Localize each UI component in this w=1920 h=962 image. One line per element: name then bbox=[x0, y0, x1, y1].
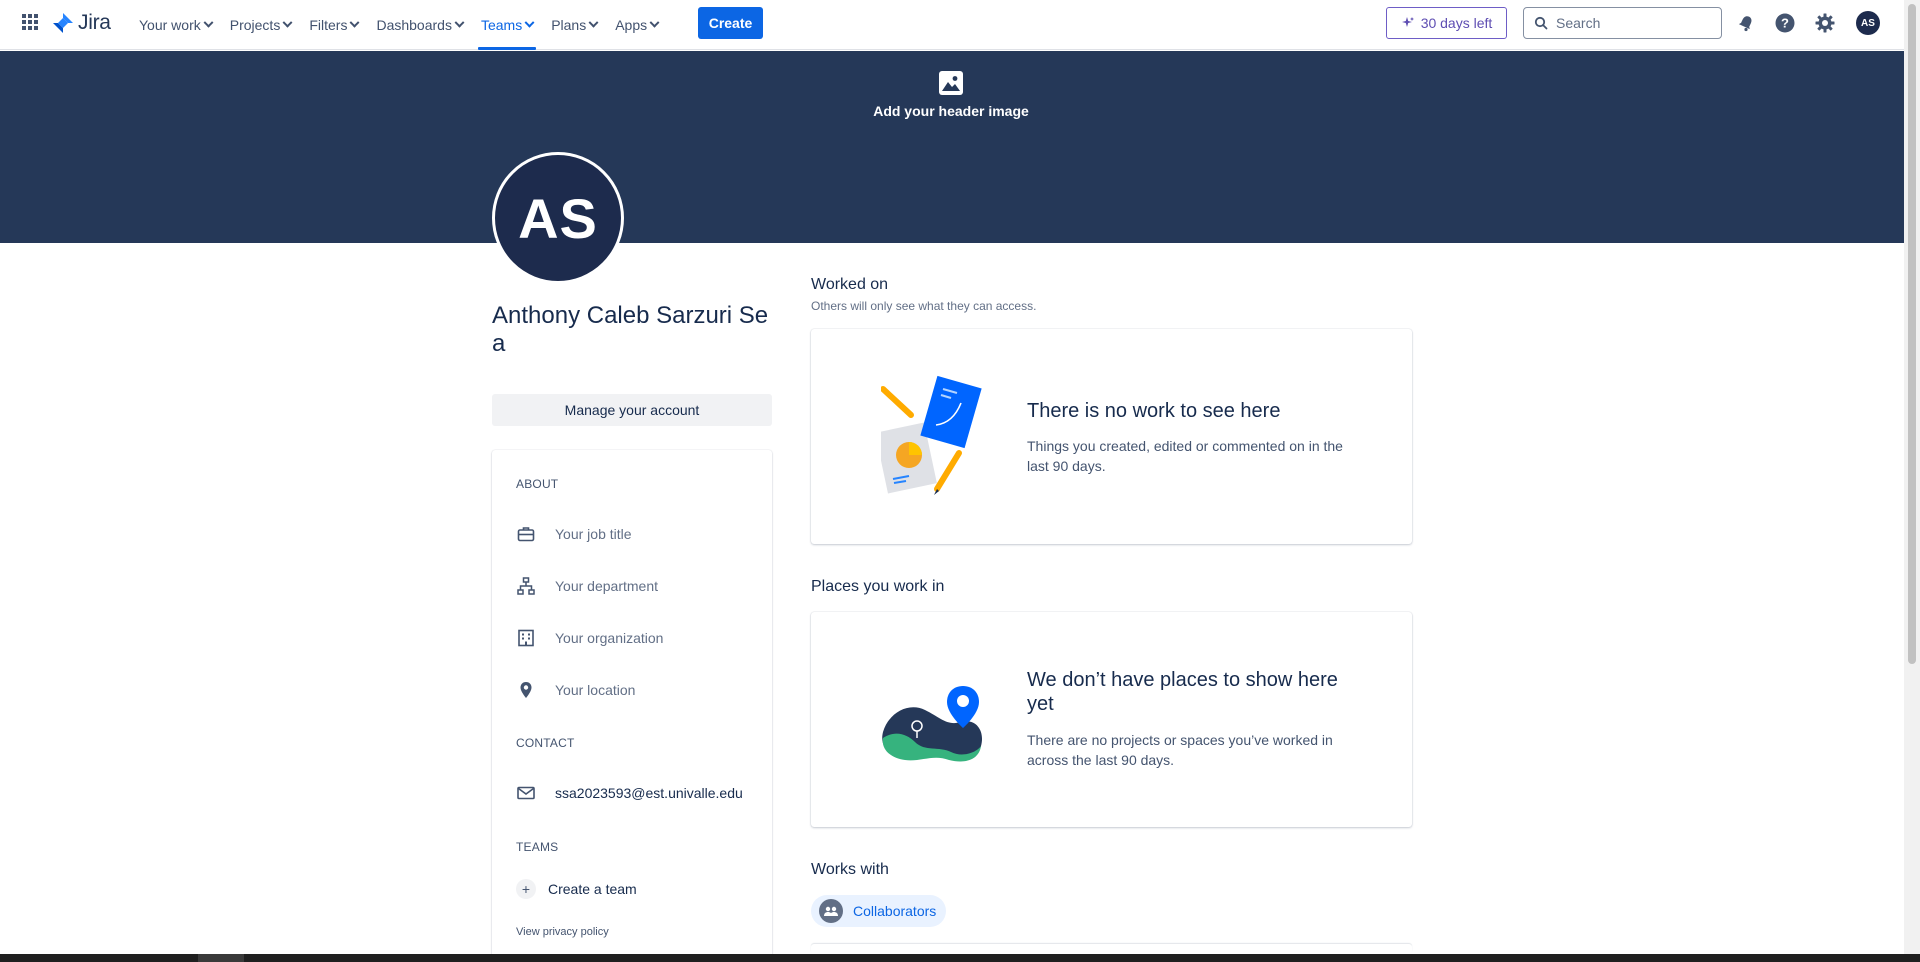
jira-logo[interactable]: Jira bbox=[52, 11, 111, 35]
nav-label: Your work bbox=[139, 17, 201, 33]
nav-label: Projects bbox=[229, 17, 281, 33]
email-field[interactable]: ssa2023593@est.univalle.edu bbox=[516, 778, 756, 808]
trial-days-button[interactable]: 30 days left bbox=[1386, 7, 1507, 39]
email-icon bbox=[516, 783, 536, 803]
help-button[interactable]: ? bbox=[1773, 11, 1797, 35]
worked-on-empty-card: There is no work to see here Things you … bbox=[811, 329, 1412, 544]
chevron-down-icon bbox=[350, 17, 360, 28]
worked-on-empty-desc: Things you created, edited or commented … bbox=[1027, 438, 1343, 474]
nav-label: Filters bbox=[309, 17, 348, 33]
chevron-down-icon bbox=[454, 17, 465, 28]
nav-plans[interactable]: Plans bbox=[542, 0, 606, 50]
department-field[interactable]: Your department bbox=[516, 571, 756, 601]
worked-on-subtitle: Others will only see what they can acces… bbox=[811, 299, 1037, 313]
places-heading: Places you work in bbox=[811, 578, 945, 595]
nav-projects[interactable]: Projects bbox=[221, 0, 301, 50]
settings-icon bbox=[1815, 13, 1835, 33]
works-with-card bbox=[811, 944, 1412, 954]
jira-logo-icon bbox=[53, 13, 73, 33]
places-empty-title: We don’t have places to show here yet bbox=[1027, 669, 1338, 715]
profile-name: Anthony Caleb Sarzuri Sea bbox=[492, 302, 769, 357]
profile-avatar-button[interactable]: AS bbox=[1856, 11, 1880, 35]
about-card: ABOUT Your job title Your department You… bbox=[492, 450, 772, 962]
building-icon bbox=[516, 628, 536, 648]
nav-label: Teams bbox=[480, 17, 523, 33]
search-icon bbox=[1534, 16, 1548, 30]
add-header-image-button[interactable]: Add your header image bbox=[870, 70, 1032, 119]
collaborators-label: Collaborators bbox=[853, 903, 937, 919]
page-scrollbar[interactable] bbox=[1904, 0, 1920, 954]
job-title-field[interactable]: Your job title bbox=[516, 519, 756, 549]
nav-filters[interactable]: Filters bbox=[300, 0, 367, 50]
settings-button[interactable] bbox=[1813, 11, 1837, 35]
chevron-down-icon bbox=[649, 17, 660, 28]
worked-on-empty-title: There is no work to see here bbox=[1027, 400, 1281, 422]
sparkle-icon bbox=[1401, 17, 1414, 27]
organization-label: Your organization bbox=[555, 630, 664, 646]
works-with-heading: Works with bbox=[811, 861, 889, 878]
about-heading: ABOUT bbox=[516, 477, 559, 491]
taskbar-item[interactable] bbox=[198, 954, 244, 962]
chevron-down-icon bbox=[282, 17, 293, 28]
app-switcher-icon[interactable] bbox=[22, 14, 38, 30]
briefcase-icon bbox=[516, 524, 536, 544]
organization-field[interactable]: Your organization bbox=[516, 623, 756, 653]
nav-apps[interactable]: Apps bbox=[606, 0, 667, 50]
collaborators-chip[interactable]: Collaborators bbox=[811, 895, 947, 927]
map-illustration bbox=[881, 682, 991, 777]
chevron-down-icon bbox=[524, 17, 535, 28]
svg-text:?: ? bbox=[1781, 16, 1789, 31]
people-icon bbox=[819, 899, 843, 923]
create-team-button[interactable]: + Create a team bbox=[516, 874, 756, 904]
chevron-down-icon bbox=[588, 17, 599, 28]
nav-label: Apps bbox=[615, 17, 648, 33]
nav-your-work[interactable]: Your work bbox=[130, 0, 221, 50]
contact-heading: CONTACT bbox=[516, 736, 575, 750]
profile-avatar: AS bbox=[492, 152, 624, 284]
chevron-down-icon bbox=[203, 17, 214, 28]
worked-on-heading: Worked on bbox=[811, 276, 889, 293]
manage-account-button[interactable]: Manage your account bbox=[492, 394, 772, 426]
search-box[interactable] bbox=[1523, 7, 1722, 39]
notifications-button[interactable] bbox=[1734, 11, 1758, 35]
location-label: Your location bbox=[555, 682, 636, 698]
add-header-label: Add your header image bbox=[873, 103, 1029, 119]
image-icon bbox=[939, 71, 963, 95]
plus-icon: + bbox=[516, 879, 536, 899]
trial-label: 30 days left bbox=[1420, 15, 1493, 31]
scrollbar-thumb[interactable] bbox=[1908, 4, 1916, 664]
logo-text: Jira bbox=[78, 11, 111, 34]
nav-dashboards[interactable]: Dashboards bbox=[367, 0, 472, 50]
primary-nav: Your work Projects Filters Dashboards Te… bbox=[130, 0, 667, 50]
search-input[interactable] bbox=[1556, 15, 1706, 31]
location-field[interactable]: Your location bbox=[516, 675, 756, 705]
documents-illustration bbox=[875, 375, 1001, 502]
hierarchy-icon bbox=[516, 576, 536, 596]
teams-heading: TEAMS bbox=[516, 840, 559, 854]
nav-label: Dashboards bbox=[376, 17, 452, 33]
places-empty-desc: There are no projects or spaces you’ve w… bbox=[1027, 732, 1333, 768]
nav-label: Plans bbox=[551, 17, 587, 33]
email-value: ssa2023593@est.univalle.edu bbox=[555, 785, 743, 801]
places-empty-card: We don’t have places to show here yet Th… bbox=[811, 612, 1412, 827]
job-title-label: Your job title bbox=[555, 526, 632, 542]
help-icon: ? bbox=[1775, 13, 1795, 33]
location-pin-icon bbox=[516, 680, 536, 700]
os-taskbar bbox=[0, 954, 1920, 962]
privacy-policy-link[interactable]: View privacy policy bbox=[516, 926, 609, 938]
create-button[interactable]: Create bbox=[698, 7, 763, 39]
nav-teams[interactable]: Teams bbox=[472, 0, 542, 50]
create-team-label: Create a team bbox=[548, 881, 637, 897]
department-label: Your department bbox=[555, 578, 658, 594]
notifications-icon bbox=[1738, 16, 1752, 32]
top-navigation: Jira Your work Projects Filters Dashboar… bbox=[0, 0, 1904, 50]
